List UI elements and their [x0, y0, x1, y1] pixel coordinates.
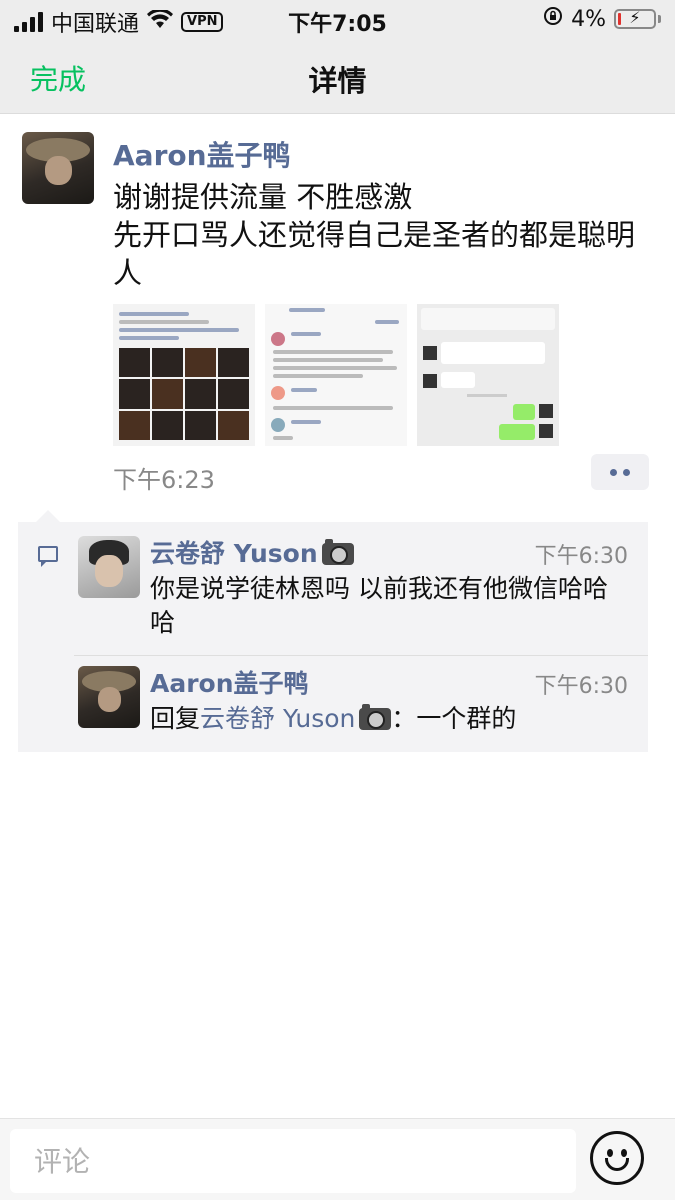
avatar[interactable]: [78, 536, 140, 598]
comment-author-name[interactable]: 云卷舒 Yuson: [150, 539, 318, 568]
reply-prefix: 回复: [150, 704, 201, 733]
comment-author[interactable]: Aaron盖子鸭: [150, 664, 309, 700]
more-actions-button[interactable]: [591, 454, 649, 490]
comment-time: 下午6:30: [534, 544, 628, 569]
battery-icon: ⚡: [614, 8, 656, 29]
reply-to-name[interactable]: 云卷舒 Yuson: [200, 704, 355, 733]
post-time: 下午6:23: [113, 466, 215, 494]
page-title: 详情: [308, 64, 367, 98]
comment-time: 下午6:30: [534, 674, 628, 699]
post-text: 谢谢提供流量 不胜感激 先开口骂人还觉得自己是圣者的都是聪明人: [113, 178, 648, 292]
dot-icon: [610, 468, 617, 476]
post-text-line: 先开口骂人还觉得自己是圣者的都是聪明人: [113, 218, 636, 290]
emoji-icon[interactable]: [590, 1131, 644, 1185]
comment-author[interactable]: 云卷舒 Yuson: [150, 534, 354, 570]
comment-input[interactable]: [10, 1129, 576, 1193]
post-author[interactable]: Aaron盖子鸭: [113, 134, 291, 174]
nav-bar: 完成 详情: [0, 40, 675, 114]
post-text-line: 谢谢提供流量 不胜感激: [113, 180, 413, 214]
avatar[interactable]: [22, 132, 94, 204]
avatar[interactable]: [78, 666, 140, 728]
orientation-lock-icon: [543, 6, 563, 32]
comment-text: 回复云卷舒 Yuson ：一个群的: [150, 702, 630, 736]
camera-icon: [321, 539, 354, 565]
comment-bar: [0, 1118, 675, 1200]
reply-text: ：一个群的: [391, 704, 517, 733]
post-photo[interactable]: [113, 304, 255, 446]
camera-icon: [359, 704, 392, 730]
post-photo[interactable]: [417, 304, 559, 446]
dot-icon: [623, 468, 630, 476]
photo-grid: [113, 304, 559, 446]
battery-percent: 4%: [571, 6, 606, 32]
comment-text: 你是说学徒林恩吗 以前我还有他微信哈哈哈: [150, 574, 608, 637]
comment-icon: [38, 546, 58, 567]
divider: [74, 655, 648, 656]
post-photo[interactable]: [265, 304, 407, 446]
comments-section: 云卷舒 Yuson 下午6:30 你是说学徒林恩吗 以前我还有他微信哈哈哈 Aa…: [18, 510, 648, 752]
status-bar: 中国联通 VPN 下午7:05 4% ⚡: [0, 0, 675, 40]
